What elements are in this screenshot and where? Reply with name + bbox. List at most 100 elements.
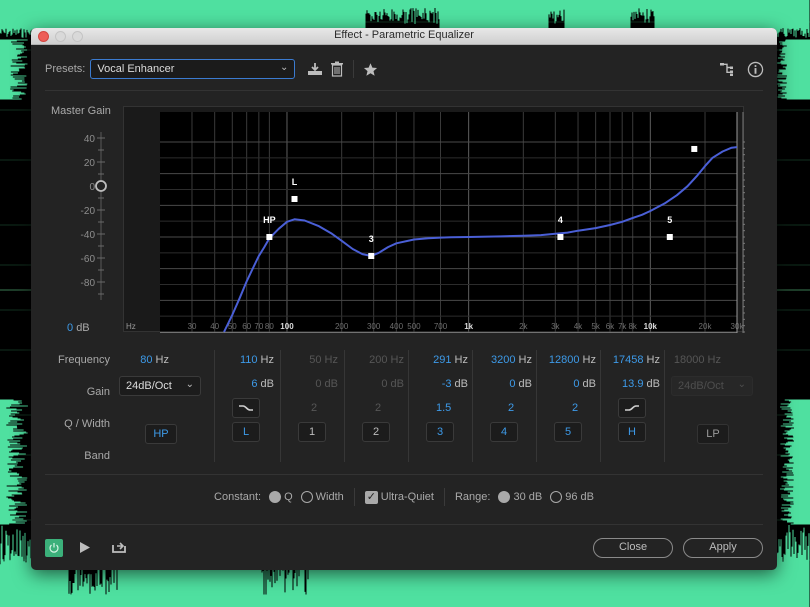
slider-tick-label: -20 [81,206,96,217]
band3-frequency[interactable]: 291 Hz [433,354,468,366]
slider-tick-label: -60 [81,254,96,265]
x-tick-label: 400 [390,322,404,331]
l-frequency[interactable]: 110 Hz [240,354,274,366]
play-preview-button[interactable] [79,541,91,559]
slider-tick-label: 0 [89,182,95,193]
band-toggle-l[interactable]: L [232,422,260,442]
x-tick-label: 70 [254,322,263,331]
footer: Close Apply [45,537,763,559]
play-icon [80,542,90,553]
x-tick-label: 3k [551,322,560,331]
radio-unselected-icon [550,491,563,503]
close-button[interactable]: Close [593,538,673,558]
band5-frequency[interactable]: 12800 Hz [549,354,596,366]
h-frequency[interactable]: 17458 Hz [613,354,660,366]
band-column-hp: 80 Hz 24dB/Oct ⌄ HP [113,348,213,462]
constant-q-radio[interactable]: Q [269,491,293,503]
band1-q[interactable]: 2 [311,402,317,414]
frequency-row-label: Frequency [58,354,110,366]
band-handle [266,234,273,240]
x-tick-label: 100 [280,322,294,331]
h-gain[interactable]: 13.9 dB [622,378,660,390]
master-gain-slider[interactable]: 40 20 0 -20 -40 -60 -80 [51,128,121,308]
band-handle [666,234,673,240]
lp-slope-dropdown[interactable]: 24dB/Oct ⌄ [671,376,753,396]
band-toggle-5[interactable]: 5 [554,422,582,442]
chevron-down-icon: ⌄ [185,379,194,390]
presets-dropdown[interactable]: Vocal Enhancer ⌄ [90,59,296,79]
eq-graph[interactable]: Hz 30 40 50 60 70 80 100 200 300 400 500 700 1k 2k 3k 4k… [123,106,745,333]
slider-tick-label: -40 [81,230,96,241]
delete-preset-icon[interactable] [327,59,347,79]
x-tick-label: 4k [574,322,583,331]
lp-frequency[interactable]: 18000 Hz [674,354,721,366]
toolbar-divider [353,60,355,78]
x-tick-label: 200 [335,322,349,331]
loop-toggle[interactable] [111,540,127,559]
band-handle [557,234,564,240]
eq-graph-canvas[interactable]: Hz 30 40 50 60 70 80 100 200 300 400 500 700 1k 2k 3k 4k… [124,107,745,333]
band-column-2: 200 Hz 0 dB 2 2 [345,348,407,462]
band-column-4: 3200 Hz 0 dB 2 4 [473,348,535,462]
band-controls: Frequency Gain Q / Width Band 80 Hz 24dB… [31,346,777,466]
band-toggle-hp[interactable]: HP [145,424,177,444]
x-tick-label: 60 [242,322,251,331]
x-tick-label: 500 [407,322,421,331]
power-toggle[interactable] [45,539,63,557]
presets-label: Presets: [45,63,86,75]
hp-frequency[interactable]: 80 Hz [140,354,169,366]
x-tick-label: 5k [591,322,600,331]
band-row-label: Band [84,450,110,462]
band-handle [291,196,298,202]
band-column-lp: 18000 Hz 24dB/Oct ⌄ LP [665,348,765,462]
band-handle-label: 5 [667,215,672,225]
band4-frequency[interactable]: 3200 Hz [491,354,532,366]
info-icon[interactable] [745,59,765,79]
l-gain[interactable]: 6 dB [251,378,274,390]
title-bar: Effect - Parametric Equalizer [31,28,777,45]
x-tick-label: 700 [434,322,448,331]
band-toggle-3[interactable]: 3 [426,422,454,442]
band-column-3: 291 Hz -3 dB 1.5 3 [409,348,471,462]
ultra-quiet-checkbox[interactable]: ✓ Ultra-Quiet [364,490,434,504]
effect-dialog: Effect - Parametric Equalizer Presets: V… [31,28,777,570]
band-column-1: 50 Hz 0 dB 2 1 [281,348,343,462]
hp-slope-dropdown[interactable]: 24dB/Oct ⌄ [119,376,201,396]
band-handle-label: 4 [558,215,563,225]
band5-gain[interactable]: 0 dB [573,378,596,390]
chevron-down-icon: ⌄ [737,379,746,390]
band2-frequency[interactable]: 200 Hz [369,354,404,366]
range-30db-radio[interactable]: 30 dB [498,491,542,503]
band4-q[interactable]: 2 [508,402,514,414]
low-shelf-icon[interactable] [232,398,260,418]
band-toggle-4[interactable]: 4 [490,422,518,442]
master-gain-thumb [95,180,107,192]
band2-gain[interactable]: 0 dB [381,378,404,390]
band-toggle-1[interactable]: 1 [298,422,326,442]
band3-q[interactable]: 1.5 [436,402,451,414]
band-toggle-h[interactable]: H [618,422,646,442]
routing-icon[interactable] [717,59,737,79]
x-tick-label: 80 [265,322,274,331]
band-toggle-2[interactable]: 2 [362,422,390,442]
band-toggle-lp[interactable]: LP [697,424,729,444]
constant-width-radio[interactable]: Width [300,491,344,503]
band1-gain[interactable]: 0 dB [315,378,338,390]
range-96db-radio[interactable]: 96 dB [550,491,594,503]
radio-selected-icon [269,491,282,503]
band2-q[interactable]: 2 [375,402,381,414]
favorite-star-icon[interactable] [360,59,380,79]
apply-button[interactable]: Apply [683,538,763,558]
save-preset-icon[interactable] [305,59,325,79]
radio-unselected-icon [300,491,313,503]
x-tick-label: 40 [210,322,219,331]
master-gain-value: 0 dB [67,322,90,334]
high-shelf-icon[interactable] [618,398,646,418]
band-column-l: 110 Hz 6 dB L [215,348,277,462]
band3-gain[interactable]: -3 dB [442,378,468,390]
band4-gain[interactable]: 0 dB [509,378,532,390]
controls-divider [45,474,763,475]
band1-frequency[interactable]: 50 Hz [309,354,338,366]
radio-selected-icon [498,491,511,503]
band5-q[interactable]: 2 [572,402,578,414]
